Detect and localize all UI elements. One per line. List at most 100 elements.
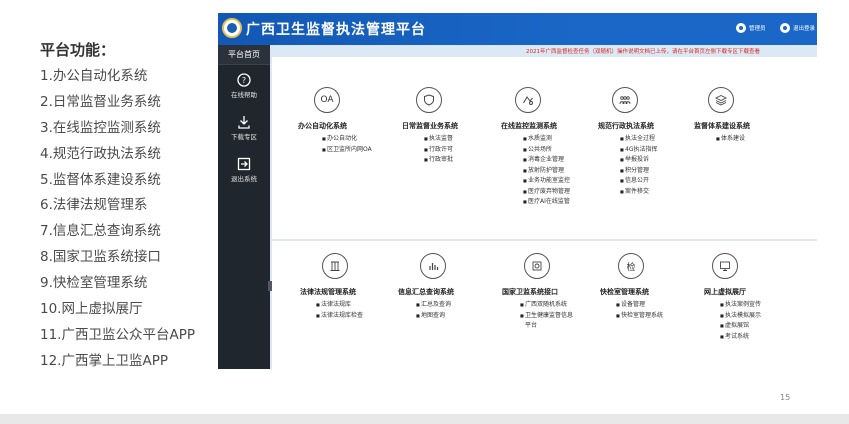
interface-icon — [524, 253, 550, 279]
module-items: 执法全过程 4G执法指挥 举报投诉 积分管理 信息公开 案件移交 — [612, 134, 712, 197]
module-item[interactable]: 案件移交 — [620, 187, 712, 198]
sidebar-item-help[interactable]: ? 在线帮助 — [218, 65, 270, 107]
module-item[interactable]: 医疗AI在线监管 — [523, 197, 615, 208]
module-item[interactable]: 信息公开 — [620, 176, 712, 187]
module-item[interactable]: 放射防护管理 — [523, 166, 615, 177]
module-items: 法律法规库 法律法规库检查 — [308, 300, 422, 321]
module-item[interactable]: 行政审批 — [424, 155, 516, 166]
module-item[interactable]: 区卫监所内网OA — [322, 145, 378, 156]
feature-item: 10.网上虚拟展厅 — [40, 301, 143, 318]
module-items: 水质监测 公共场所 消毒企业管理 放射防护管理 业务功能室监控 医疗废弃物管理 … — [515, 134, 615, 208]
layers-icon — [708, 87, 734, 113]
platform-screenshot: 广西卫生监督执法管理平台 管理员 退出登录 平台首页 ? 在线帮助 下载专区 退… — [218, 13, 817, 369]
sidebar-item-logout[interactable]: 退出系统 — [218, 149, 270, 191]
module-item[interactable]: 执法案例宣传 — [720, 300, 812, 311]
module-items: 体系建设 — [708, 134, 808, 145]
shield-icon — [416, 87, 442, 113]
module-item[interactable]: 法律法规库检查 — [316, 311, 422, 322]
sidebar: 平台首页 ? 在线帮助 下载专区 退出系统 — [218, 45, 270, 369]
user-label: 管理员 — [749, 26, 766, 32]
feature-item: 1.办公自动化系统 — [40, 68, 148, 84]
module-item[interactable]: 设备管理 — [616, 300, 718, 311]
feature-list: 平台功能： 1.办公自动化系统 2.日常监督业务系统 3.在线监控监测系统 4.… — [40, 38, 220, 375]
module-item[interactable]: 虚拟展馆 — [720, 321, 812, 332]
module-item[interactable]: 执法监督 — [424, 134, 516, 145]
screen-icon — [712, 253, 738, 279]
module-title: 监督体系建设系统 — [694, 122, 750, 130]
module-item[interactable]: 体系建设 — [716, 134, 808, 145]
power-icon — [780, 23, 790, 33]
module-title: 日常监督业务系统 — [402, 122, 458, 130]
module-item[interactable]: 执法模拟展示 — [720, 311, 812, 322]
notice-banner[interactable]: 2021年广西监督检查任务（双随机）操作说明文档已上传，请在平台首页左侧下载专区… — [526, 47, 760, 55]
modules-panel-bottom: 法律法规管理系统 法律法规库 法律法规库检查 信息汇总查询系统 汇总及查询 地图… — [272, 241, 817, 369]
sidebar-item-label: 在线帮助 — [231, 91, 257, 99]
bottom-bar — [0, 414, 849, 424]
feature-item: 11.广西卫监公众平台APP — [40, 326, 195, 343]
sidebar-item-label: 退出系统 — [231, 175, 257, 183]
module-item[interactable]: 考试系统 — [720, 332, 812, 343]
page-number: 15 — [780, 393, 791, 402]
feature-item: 4.规范行政执法系统 — [40, 145, 161, 162]
module-item[interactable]: 业务功能室监控 — [523, 176, 615, 187]
module-law-enforcement[interactable]: 规范行政执法系统 执法全过程 4G执法指挥 举报投诉 积分管理 信息公开 案件移… — [598, 87, 712, 197]
feature-item: 9.快检室管理系统 — [40, 275, 148, 292]
module-item[interactable]: 地图查询 — [416, 311, 520, 322]
sidebar-home[interactable]: 平台首页 — [218, 45, 270, 65]
people-icon — [612, 87, 638, 113]
feature-item: 3.在线监控监测系统 — [40, 119, 161, 136]
logout-button[interactable]: 退出登录 — [780, 23, 815, 33]
chart-icon — [420, 253, 446, 279]
user-menu[interactable]: 管理员 — [736, 23, 766, 33]
svg-text:?: ? — [242, 76, 246, 85]
logout-label: 退出登录 — [793, 26, 816, 32]
feature-item: 6.法律法规管理系 — [40, 197, 148, 214]
sidebar-item-download[interactable]: 下载专区 — [218, 107, 270, 149]
module-item[interactable]: 积分管理 — [620, 166, 712, 177]
features-title: 平台功能： — [40, 41, 116, 59]
module-item[interactable]: 举报投诉 — [620, 155, 712, 166]
module-oa[interactable]: OA 办公自动化系统 办公自动化 区卫监所内网OA — [298, 87, 414, 155]
logout-icon — [237, 157, 251, 171]
app-header: 广西卫生监督执法管理平台 管理员 退出登录 — [218, 13, 817, 45]
help-circle-icon: ? — [237, 73, 251, 87]
module-virtual-hall[interactable]: 网上虚拟展厅 执法案例宣传 执法模拟展示 虚拟展馆 考试系统 — [704, 253, 812, 342]
sidebar-item-label: 下载专区 — [231, 133, 257, 141]
oa-icon: OA — [314, 87, 340, 113]
emblem-icon — [222, 18, 242, 38]
module-item[interactable]: 消毒企业管理 — [523, 155, 615, 166]
feature-item: 8.国家卫监系统接口 — [40, 249, 161, 266]
module-item[interactable]: 卫生健康监督信息平台 — [520, 311, 576, 332]
module-online-monitoring[interactable]: 在线监控监测系统 水质监测 公共场所 消毒企业管理 放射防护管理 业务功能室监控… — [501, 87, 615, 208]
module-item[interactable]: 水质监测 — [523, 134, 615, 145]
module-item[interactable]: 汇总及查询 — [416, 300, 520, 311]
module-items: 设备管理 快检室管理系统 — [608, 300, 718, 321]
module-items: 办公自动化 区卫监所内网OA — [314, 134, 414, 155]
module-item[interactable]: 执法全过程 — [620, 134, 712, 145]
user-icon — [736, 23, 746, 33]
module-rapid-test[interactable]: 检 快检室管理系统 设备管理 快检室管理系统 — [600, 253, 718, 321]
modules-panel-top: OA 办公自动化系统 办公自动化 区卫监所内网OA 日常监督业务系统 执法监督 … — [272, 57, 817, 239]
module-item[interactable]: 4G执法指挥 — [620, 145, 712, 156]
module-items: 汇总及查询 地图查询 — [408, 300, 520, 321]
module-title: 快检室管理系统 — [600, 288, 649, 296]
module-item[interactable]: 公共场所 — [523, 145, 615, 156]
module-item[interactable]: 医疗废弃物管理 — [523, 187, 615, 198]
module-item[interactable]: 办公自动化 — [322, 134, 414, 145]
feature-item: 12.广西掌上卫监APP — [40, 352, 168, 369]
module-items: 执法监督 行政许可 行政审批 — [416, 134, 516, 166]
download-icon — [237, 115, 251, 129]
module-item[interactable]: 法律法规库 — [316, 300, 422, 311]
module-item[interactable]: 行政许可 — [424, 145, 516, 156]
module-items: 执法案例宣传 执法模拟展示 虚拟展馆 考试系统 — [712, 300, 812, 342]
app-title: 广西卫生监督执法管理平台 — [246, 22, 426, 38]
module-item[interactable]: 快检室管理系统 — [616, 311, 718, 322]
test-icon: 检 — [618, 253, 644, 279]
module-system-building[interactable]: 监督体系建设系统 体系建设 — [694, 87, 808, 145]
monitor-eye-icon — [515, 87, 541, 113]
module-title: 网上虚拟展厅 — [704, 288, 746, 296]
feature-item: 2.日常监督业务系统 — [40, 93, 161, 110]
feature-item: 7.信息汇总查询系统 — [40, 223, 161, 240]
feature-item: 5.监督体系建设系统 — [40, 171, 161, 188]
law-icon — [322, 253, 348, 279]
